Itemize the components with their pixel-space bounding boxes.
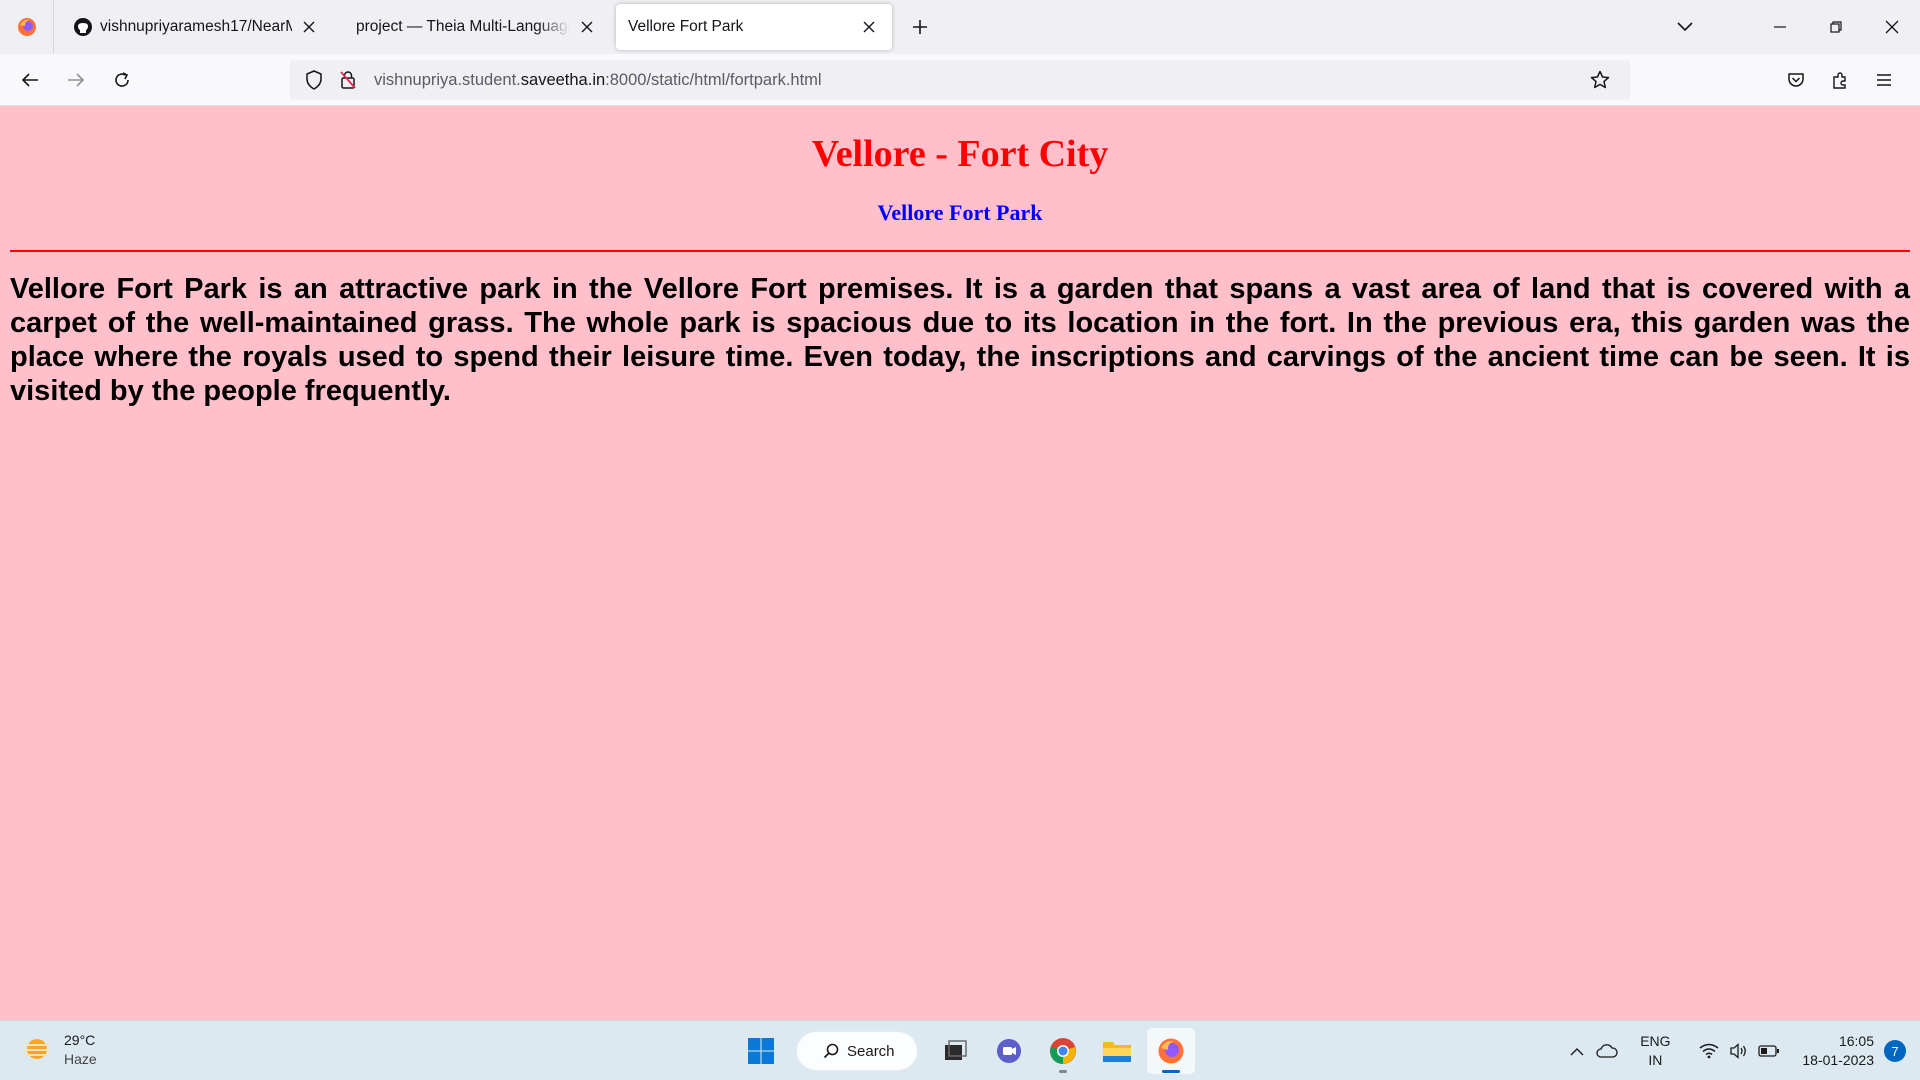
network-button[interactable] <box>1694 1036 1724 1066</box>
chevron-down-icon <box>1677 22 1693 32</box>
close-icon[interactable] <box>298 16 320 38</box>
volume-button[interactable] <box>1724 1036 1754 1066</box>
taskbar-apps: Search <box>734 1028 1198 1074</box>
weather-widget[interactable]: 29°C Haze <box>22 1031 97 1069</box>
app-menu-button[interactable] <box>1862 60 1906 100</box>
minimize-button[interactable] <box>1752 0 1808 54</box>
navigation-toolbar: vishnupriya.student.saveetha.in:8000/sta… <box>0 54 1920 106</box>
reload-button[interactable] <box>102 60 142 100</box>
clock-date: 18-01-2023 <box>1802 1052 1874 1068</box>
teams-chat-button[interactable] <box>985 1028 1033 1074</box>
plus-icon <box>913 20 927 34</box>
tab-label: Vellore Fort Park <box>628 18 744 35</box>
description-paragraph: Vellore Fort Park is an attractive park … <box>10 272 1910 407</box>
active-indicator <box>1162 1070 1180 1073</box>
notification-badge[interactable]: 7 <box>1884 1040 1906 1062</box>
weather-temperature: 29°C <box>64 1032 96 1048</box>
tab-label: project — Theia Multi-Language Ex <box>356 18 570 35</box>
close-icon <box>1885 20 1899 34</box>
list-all-tabs-button[interactable] <box>1670 12 1700 42</box>
extensions-button[interactable] <box>1818 60 1862 100</box>
restore-button[interactable] <box>1808 0 1864 54</box>
tab-label: vishnupriyaramesh17/NearMe <box>100 18 292 35</box>
firefox-view-button[interactable] <box>0 0 54 54</box>
new-tab-button[interactable] <box>900 7 940 47</box>
toolbar-right <box>1774 60 1906 100</box>
url-domain: saveetha.in <box>520 70 606 89</box>
close-icon[interactable] <box>858 16 880 38</box>
battery-icon <box>1758 1045 1780 1057</box>
tracking-protection-icon[interactable] <box>300 66 328 94</box>
reload-icon <box>115 71 129 87</box>
forward-button[interactable] <box>56 60 96 100</box>
tab-vellore-fort-park[interactable]: Vellore Fort Park <box>616 4 892 50</box>
url-text[interactable]: vishnupriya.student.saveetha.in:8000/sta… <box>374 71 1586 90</box>
task-view-button[interactable] <box>931 1028 979 1074</box>
tab-theia-project[interactable]: project — Theia Multi-Language Ex <box>332 4 610 50</box>
bookmark-star-icon[interactable] <box>1586 66 1614 94</box>
insecure-lock-icon[interactable] <box>334 66 362 94</box>
firefox-icon <box>1158 1038 1184 1064</box>
taskbar-search[interactable]: Search <box>796 1031 918 1071</box>
file-explorer-button[interactable] <box>1093 1028 1141 1074</box>
haze-weather-icon <box>24 1039 50 1059</box>
tab-github[interactable]: vishnupriyaramesh17/NearMe <box>60 4 332 50</box>
input-language-indicator[interactable]: ENG IN <box>1630 1032 1680 1070</box>
clock[interactable]: 16:05 18-01-2023 <box>1802 1032 1874 1070</box>
wifi-icon <box>1699 1043 1719 1059</box>
chevron-up-icon <box>1570 1047 1584 1055</box>
tab-strip: vishnupriyaramesh17/NearMe project — The… <box>0 0 1920 54</box>
battery-button[interactable] <box>1754 1036 1784 1066</box>
firefox-icon <box>17 18 36 36</box>
close-icon[interactable] <box>576 16 598 38</box>
weather-condition: Haze <box>64 1051 97 1067</box>
window-controls <box>1752 0 1920 54</box>
arrow-right-icon <box>68 72 85 87</box>
page-title: Vellore - Fort City <box>811 133 1109 175</box>
restore-icon <box>1830 21 1842 33</box>
weather-text: 29°C Haze <box>64 1031 97 1069</box>
hamburger-menu-icon <box>1877 74 1891 86</box>
pocket-button[interactable] <box>1774 60 1818 100</box>
url-bar[interactable]: vishnupriya.student.saveetha.in:8000/sta… <box>290 60 1630 100</box>
onedrive-button[interactable] <box>1592 1036 1622 1066</box>
back-button[interactable] <box>10 60 50 100</box>
github-icon <box>72 16 94 38</box>
url-prefix: vishnupriya.student. <box>374 70 521 89</box>
system-tray: ENG IN 16:05 18-01-2023 7 <box>1562 1021 1920 1080</box>
chrome-button[interactable] <box>1039 1028 1087 1074</box>
running-indicator <box>1059 1070 1067 1073</box>
firefox-taskbar-button[interactable] <box>1147 1028 1195 1074</box>
pocket-icon <box>1788 73 1804 87</box>
windows-logo-icon <box>748 1038 774 1064</box>
arrow-left-icon <box>21 72 38 87</box>
url-path: :8000/static/html/fortpark.html <box>605 70 822 89</box>
close-window-button[interactable] <box>1864 0 1920 54</box>
search-label: Search <box>847 1042 895 1060</box>
web-page-content: Vellore - Fort City Vellore Fort Park Ve… <box>0 106 1920 1020</box>
language-code: ENG <box>1640 1033 1671 1049</box>
puzzle-icon <box>1833 72 1846 89</box>
divider <box>10 249 1910 252</box>
windows-taskbar: 29°C Haze Search ENG IN 16:05 18-01-2023… <box>0 1020 1920 1080</box>
search-icon <box>823 1043 839 1059</box>
minimize-icon <box>1774 26 1786 28</box>
speaker-icon <box>1730 1043 1747 1059</box>
start-button[interactable] <box>737 1028 785 1074</box>
task-view-icon <box>945 1040 967 1060</box>
clock-time: 16:05 <box>1838 1033 1874 1049</box>
cloud-icon <box>1596 1044 1619 1058</box>
chrome-icon <box>1050 1038 1076 1065</box>
region-code: IN <box>1648 1052 1663 1068</box>
chat-icon <box>997 1039 1021 1063</box>
folder-icon <box>1103 1042 1131 1062</box>
page-subtitle: Vellore Fort Park <box>877 199 1043 225</box>
show-hidden-icons-button[interactable] <box>1562 1036 1592 1066</box>
